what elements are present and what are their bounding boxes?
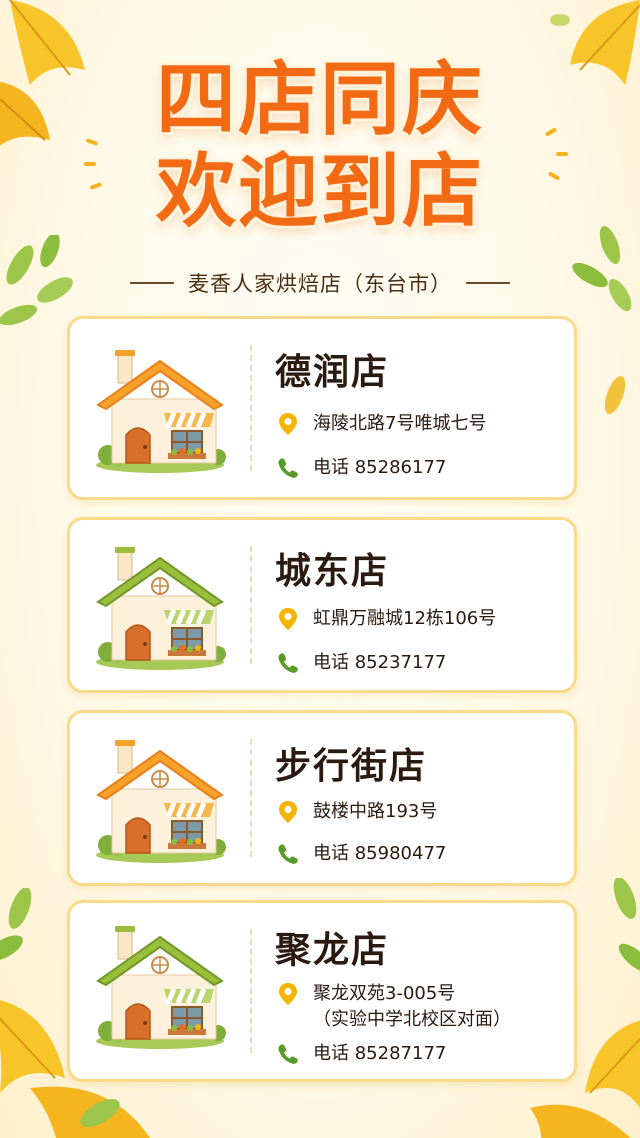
subtitle-line-left xyxy=(130,282,174,284)
store-address-line2: （实验中学北校区对面） xyxy=(313,1009,511,1030)
location-pin-icon xyxy=(275,411,301,437)
phone-icon xyxy=(275,455,301,481)
store-address-line1: 聚龙双苑3-005号 xyxy=(313,983,456,1004)
store-address: 虹鼎万融城12栋106号 xyxy=(313,608,497,629)
phone-icon xyxy=(275,841,301,867)
store-address: 海陵北路7号唯城七号 xyxy=(313,413,487,434)
poster-subtitle: 麦香人家烘焙店（东台市） xyxy=(188,272,452,296)
phone-icon xyxy=(275,650,301,676)
phone-number: 85287177 xyxy=(354,1043,447,1064)
subtitle-row: 麦香人家烘焙店（东台市） xyxy=(0,268,640,298)
card-divider xyxy=(250,345,252,471)
phone-number: 85237177 xyxy=(354,652,447,673)
card-divider xyxy=(250,929,252,1053)
card-divider xyxy=(250,546,252,664)
store-name: 城东店 xyxy=(275,551,390,592)
store-name: 步行街店 xyxy=(275,746,428,787)
store-card[interactable]: 德润店 海陵北路7号唯城七号 电话 85286177 xyxy=(67,316,577,500)
store-phone[interactable]: 电话 85287177 xyxy=(313,1041,446,1067)
store-phone-row[interactable]: 电话 85286177 xyxy=(275,455,446,481)
poster-title-line2: 欢迎到店 xyxy=(156,145,484,238)
store-phone[interactable]: 电话 85237177 xyxy=(313,650,446,676)
phone-label: 电话 xyxy=(313,1043,349,1064)
location-pin-icon xyxy=(275,606,301,632)
location-pin-icon xyxy=(275,799,301,825)
store-phone-row[interactable]: 电话 85237177 xyxy=(275,650,446,676)
phone-label: 电话 xyxy=(313,843,349,864)
store-phone[interactable]: 电话 85286177 xyxy=(313,455,446,481)
store-address-row: 虹鼎万融城12栋106号 xyxy=(275,606,496,632)
sparkle-decoration xyxy=(84,162,96,166)
store-card[interactable]: 聚龙店 聚龙双苑3-005号 （实验中学北校区对面） 电话 85287177 xyxy=(67,900,577,1082)
phone-icon xyxy=(275,1041,301,1067)
store-phone[interactable]: 电话 85980477 xyxy=(313,841,446,867)
store-address-row: 聚龙双苑3-005号 （实验中学北校区对面） xyxy=(275,981,511,1033)
leaf-mid-right-decoration xyxy=(600,370,630,420)
subtitle-line-right xyxy=(466,282,510,284)
house-icon xyxy=(90,544,230,678)
store-phone-row[interactable]: 电话 85980477 xyxy=(275,841,446,867)
store-phone-row[interactable]: 电话 85287177 xyxy=(275,1041,446,1067)
store-address: 鼓楼中路193号 xyxy=(313,801,438,822)
card-divider xyxy=(250,739,252,857)
house-icon xyxy=(90,347,230,481)
store-card[interactable]: 步行街店 鼓楼中路193号 电话 85980477 xyxy=(67,710,577,886)
house-icon xyxy=(90,737,230,871)
store-name: 德润店 xyxy=(275,352,390,393)
phone-label: 电话 xyxy=(313,457,349,478)
phone-label: 电话 xyxy=(313,652,349,673)
phone-number: 85286177 xyxy=(354,457,447,478)
store-address-row: 海陵北路7号唯城七号 xyxy=(275,411,486,437)
store-address-row: 鼓楼中路193号 xyxy=(275,799,437,825)
sparkle-decoration xyxy=(556,152,568,156)
house-icon xyxy=(90,923,230,1057)
store-card[interactable]: 城东店 虹鼎万融城12栋106号 电话 85237177 xyxy=(67,517,577,693)
location-pin-icon xyxy=(275,981,301,1007)
store-name: 聚龙店 xyxy=(275,930,390,971)
poster-title-line1: 四店同庆 xyxy=(156,53,484,146)
phone-number: 85980477 xyxy=(354,843,447,864)
store-address: 聚龙双苑3-005号 （实验中学北校区对面） xyxy=(313,981,511,1033)
